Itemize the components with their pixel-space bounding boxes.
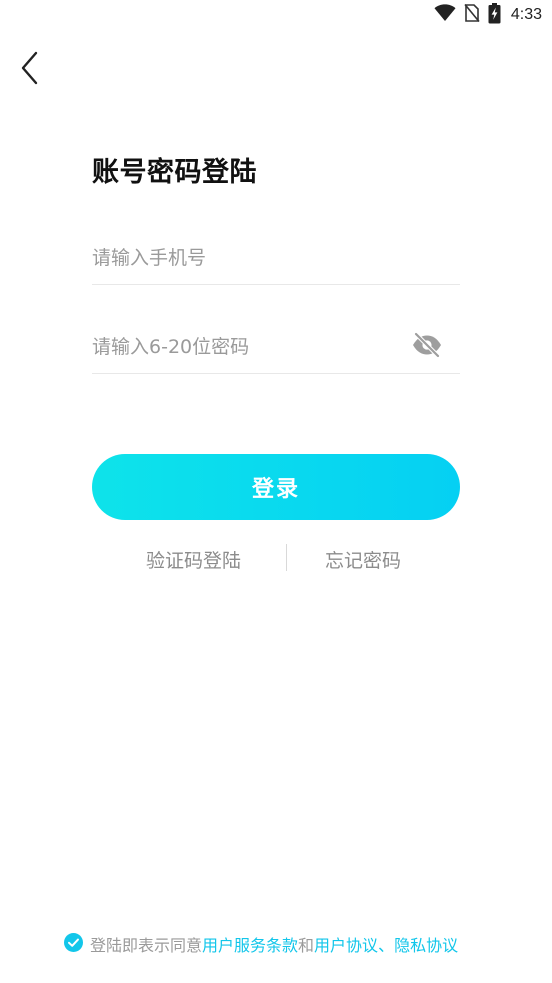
agreement-prefix: 登陆即表示同意 — [90, 936, 203, 955]
phone-field — [92, 232, 460, 285]
chevron-left-icon — [20, 51, 40, 89]
no-sim-icon — [464, 3, 480, 27]
login-button[interactable]: 登录 — [92, 454, 460, 520]
alt-links-divider — [286, 544, 287, 571]
check-circle-icon — [64, 932, 83, 956]
wifi-icon — [434, 4, 456, 26]
page-title: 账号密码登陆 — [92, 157, 257, 188]
terms-of-service-link[interactable]: 用户服务条款 — [202, 932, 298, 956]
agreement-checkbox[interactable] — [64, 932, 83, 956]
phone-input[interactable] — [92, 232, 392, 284]
password-input[interactable] — [92, 321, 392, 373]
status-icons: 4:33 — [434, 2, 542, 28]
agreement-and: 和 — [298, 936, 315, 955]
forgot-password-link[interactable]: 忘记密码 — [325, 546, 401, 573]
eye-off-icon — [411, 331, 443, 362]
status-bar: 4:33 — [0, 0, 552, 32]
battery-charging-icon — [488, 2, 501, 28]
privacy-policy-link[interactable]: 隐私协议 — [394, 932, 458, 956]
sms-login-link[interactable]: 验证码登陆 — [146, 546, 241, 573]
status-time: 4:33 — [510, 6, 542, 23]
agreement-separator: 、 — [378, 936, 395, 955]
alt-login-links: 验证码登陆 忘记密码 — [92, 541, 460, 577]
password-field — [92, 321, 460, 374]
user-agreement-link[interactable]: 用户协议 — [314, 932, 378, 956]
password-visibility-toggle[interactable] — [410, 331, 444, 363]
agreement: 登陆即表示同意 用户服务条款和用户协议、隐私协议 — [64, 932, 458, 956]
back-button[interactable] — [10, 50, 50, 90]
